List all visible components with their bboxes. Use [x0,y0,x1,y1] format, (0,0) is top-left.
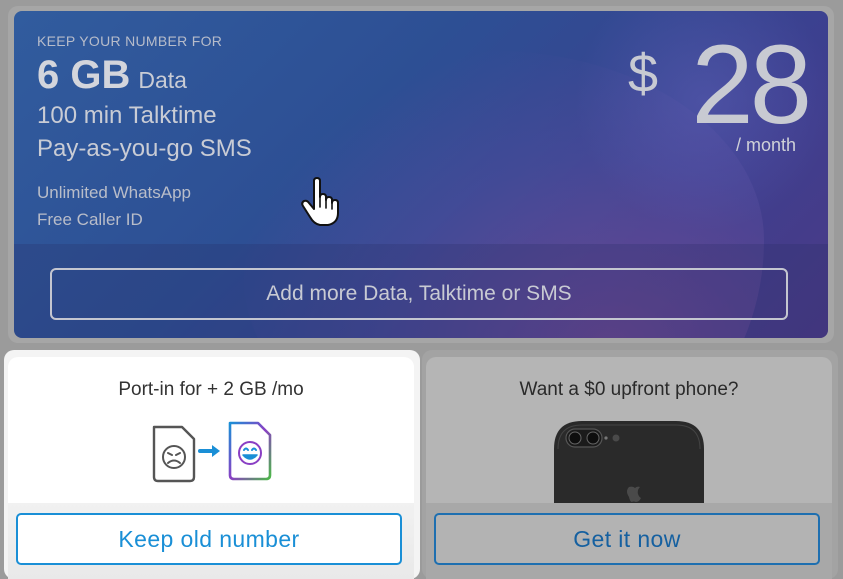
plan-extras: Unlimited WhatsApp Free Caller ID [37,179,252,233]
plan-actions: Add more Data, Talktime or SMS [14,244,828,338]
keep-old-number-button[interactable]: Keep old number [16,513,402,565]
plan-extra-caller-id: Free Caller ID [37,210,143,229]
hand-cursor-icon [301,177,339,226]
port-in-actions: Keep old number [8,503,414,579]
plan-sms: Pay-as-you-go SMS [37,135,252,162]
port-in-card: Port-in for + 2 GB /mo Keep old number [8,357,414,579]
sim-swap-sad-to-happy-icon [152,421,272,483]
plan-eyebrow: KEEP YOUR NUMBER FOR [37,33,223,49]
plan-data-unit: Data [138,67,187,93]
price-period: / month [735,135,796,155]
plan-data-line: 6 GB Data [37,53,252,99]
plan-details: KEEP YOUR NUMBER FOR 6 GB Data 100 min Ta… [37,33,252,233]
smartphone-image [554,421,704,509]
port-in-title: Port-in for + 2 GB /mo [118,379,304,400]
add-more-button[interactable]: Add more Data, Talktime or SMS [50,268,788,320]
get-it-now-button[interactable]: Get it now [434,513,820,565]
phone-card: Want a $0 upfront phone? Get it now [426,357,832,579]
price-amount: 28 [691,22,812,147]
phone-offer-title: Want a $0 upfront phone? [519,379,739,400]
plan-data-amount: 6 GB [37,53,131,97]
plan-price: $ 28 / month [608,25,812,163]
plan-card: KEEP YOUR NUMBER FOR 6 GB Data 100 min Ta… [14,11,828,338]
plan-talktime: 100 min Talktime [37,102,217,129]
plan-extra-whatsapp: Unlimited WhatsApp [37,183,192,202]
price-currency: $ [627,44,658,104]
phone-offer-actions: Get it now [426,503,832,579]
phone-card-frame: Want a $0 upfront phone? Get it now [422,350,838,579]
port-in-card-frame: Port-in for + 2 GB /mo Keep old number [4,350,420,579]
plan-card-frame: KEEP YOUR NUMBER FOR 6 GB Data 100 min Ta… [8,6,834,343]
